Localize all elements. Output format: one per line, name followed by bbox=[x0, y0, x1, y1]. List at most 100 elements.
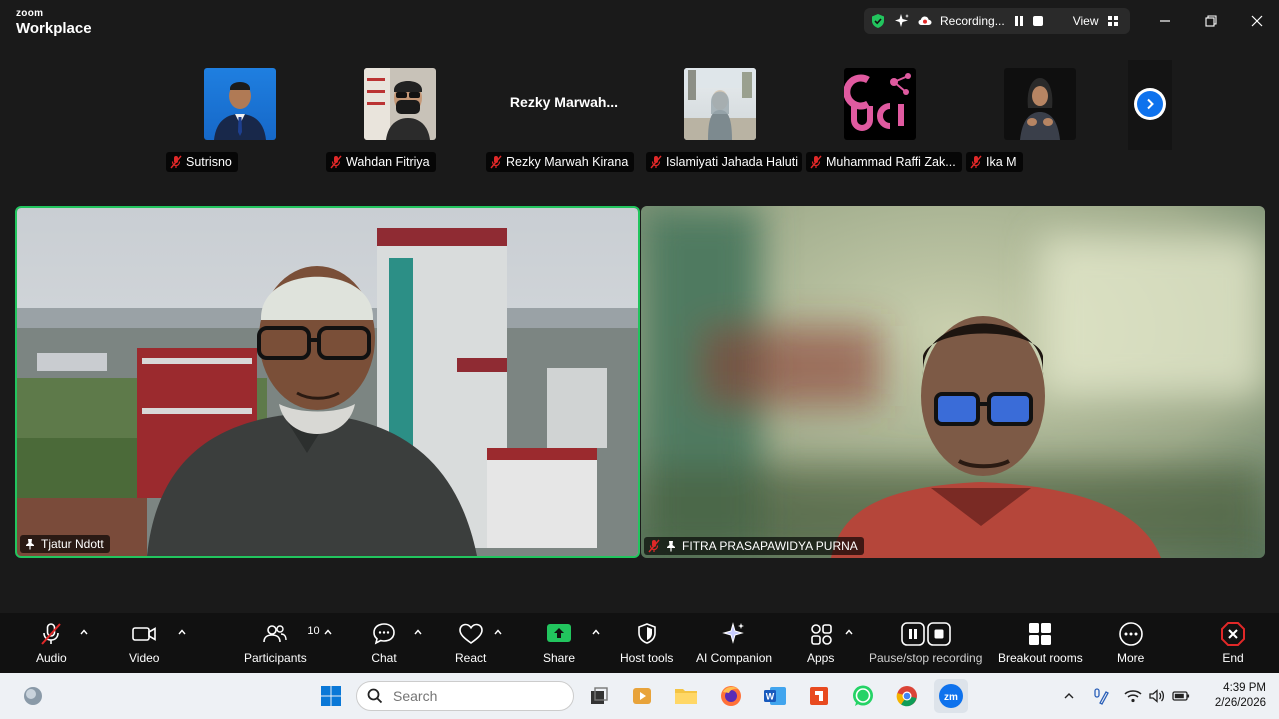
participant-name: FITRA PRASAPAWIDYA PURNA bbox=[682, 539, 858, 553]
video-options-chevron-up-icon[interactable] bbox=[177, 627, 187, 637]
audio-options-chevron-up-icon[interactable] bbox=[79, 627, 89, 637]
participant-tile[interactable]: Islamiyati Jahada Haluti bbox=[644, 68, 804, 172]
participant-video bbox=[844, 68, 916, 140]
more-button[interactable]: More bbox=[1117, 621, 1144, 665]
minimize-icon bbox=[1160, 20, 1170, 22]
share-button[interactable]: Share bbox=[543, 621, 575, 665]
taskbar-app-word[interactable]: W bbox=[760, 681, 790, 711]
muted-mic-icon bbox=[650, 155, 662, 169]
chat-bubble-icon bbox=[373, 623, 395, 645]
participant-video bbox=[684, 68, 756, 140]
ai-companion-sparkle-icon[interactable] bbox=[894, 13, 910, 29]
video-tile-active-speaker[interactable]: Tjatur Ndott bbox=[15, 206, 640, 558]
participants-label: Participants bbox=[244, 651, 307, 665]
show-hidden-icons-button[interactable] bbox=[1060, 687, 1078, 705]
taskbar-app-file-explorer[interactable] bbox=[671, 681, 701, 711]
video-tile-participant[interactable]: FITRA PRASAPAWIDYA PURNA bbox=[641, 206, 1265, 558]
chevron-right-icon bbox=[1147, 98, 1154, 110]
wifi-icon bbox=[1124, 690, 1142, 703]
search-icon bbox=[367, 688, 383, 704]
maximize-button[interactable] bbox=[1199, 10, 1223, 32]
participant-tile[interactable]: Rezky Marwah... Rezky Marwah Kirana bbox=[484, 68, 644, 172]
start-button[interactable] bbox=[316, 681, 346, 711]
pause-recording-icon[interactable] bbox=[1013, 15, 1025, 27]
participant-name: Ika M bbox=[986, 155, 1017, 169]
volume-status[interactable] bbox=[1148, 687, 1166, 705]
participant-gallery-strip: Sutrisno Wahdan Fitriya Rezky Marwah... … bbox=[0, 44, 1279, 184]
participant-name-tag: Sutrisno bbox=[166, 152, 238, 172]
taskbar-app-firefox[interactable] bbox=[716, 681, 746, 711]
participant-name-tag: Islamiyati Jahada Haluti bbox=[646, 152, 802, 172]
folder-icon bbox=[675, 689, 697, 704]
close-button[interactable] bbox=[1245, 10, 1269, 32]
battery-status[interactable] bbox=[1172, 687, 1190, 705]
view-grid-icon[interactable] bbox=[1107, 15, 1119, 27]
participant-video bbox=[204, 68, 276, 140]
breakout-rooms-label: Breakout rooms bbox=[998, 651, 1083, 665]
video-button[interactable]: Video bbox=[129, 621, 159, 665]
end-label: End bbox=[1222, 651, 1244, 665]
react-options-chevron-up-icon[interactable] bbox=[493, 627, 503, 637]
brand-bottom: Workplace bbox=[16, 20, 92, 37]
apps-button[interactable]: Apps bbox=[807, 621, 834, 665]
wifi-status[interactable] bbox=[1124, 687, 1142, 705]
participant-tile[interactable]: Sutrisno bbox=[164, 68, 324, 172]
audio-label: Audio bbox=[36, 651, 67, 665]
taskbar-app-office[interactable] bbox=[804, 681, 834, 711]
chat-options-chevron-up-icon[interactable] bbox=[413, 627, 423, 637]
zoom-app-icon: zm bbox=[939, 684, 963, 708]
react-button[interactable]: React bbox=[455, 621, 486, 665]
media-player-icon bbox=[633, 688, 651, 704]
gallery-next-button[interactable] bbox=[1134, 88, 1166, 120]
taskbar-app-chrome[interactable] bbox=[892, 681, 922, 711]
participant-name: Sutrisno bbox=[186, 155, 232, 169]
host-tools-button[interactable]: Host tools bbox=[620, 621, 673, 665]
participant-tile[interactable]: Ika M bbox=[964, 68, 1124, 172]
weather-widget-icon bbox=[24, 687, 42, 705]
person-silhouette-icon bbox=[214, 82, 266, 140]
muted-mic-icon bbox=[490, 155, 502, 169]
taskbar-search-box[interactable] bbox=[356, 681, 574, 711]
ai-companion-button[interactable]: AI Companion bbox=[696, 621, 772, 665]
chat-button[interactable]: Chat bbox=[371, 621, 397, 665]
minimize-button[interactable] bbox=[1153, 10, 1177, 32]
participant-display-name: Rezky Marwah... bbox=[509, 94, 619, 110]
input-indicator[interactable] bbox=[1092, 687, 1110, 705]
view-button[interactable]: View bbox=[1073, 14, 1099, 28]
widgets-button[interactable] bbox=[18, 681, 48, 711]
muted-mic-icon bbox=[648, 539, 660, 553]
clock-time: 4:39 PM bbox=[1223, 682, 1266, 694]
zoom-workplace-logo: zoom Workplace bbox=[16, 9, 92, 37]
participants-button[interactable]: 10 Participants bbox=[244, 621, 320, 665]
chat-label: Chat bbox=[371, 651, 397, 665]
taskbar-search-input[interactable] bbox=[393, 688, 553, 704]
gallery-next-inner bbox=[1137, 91, 1163, 117]
speaker-volume-icon bbox=[1149, 689, 1165, 703]
participant-tile[interactable]: Wahdan Fitriya bbox=[324, 68, 484, 172]
share-options-chevron-up-icon[interactable] bbox=[591, 627, 601, 637]
participants-icon bbox=[263, 625, 288, 643]
participant-tile[interactable]: Muhammad Raffi Zak... bbox=[804, 68, 964, 172]
taskbar-app-zoom[interactable]: zm bbox=[934, 679, 968, 713]
gallery-next-panel bbox=[1128, 60, 1172, 150]
participant-name: Wahdan Fitriya bbox=[346, 155, 430, 169]
pause-stop-recording-button[interactable]: Pause/stop recording bbox=[869, 621, 982, 665]
taskbar-clock[interactable]: 4:39 PM 2/26/2026 bbox=[1200, 681, 1266, 711]
task-view-button[interactable] bbox=[584, 681, 614, 711]
apps-options-chevron-up-icon[interactable] bbox=[844, 627, 854, 637]
participants-options-chevron-up-icon[interactable] bbox=[323, 627, 333, 637]
audio-button[interactable]: Audio bbox=[36, 621, 67, 665]
encryption-shield-icon[interactable] bbox=[870, 13, 886, 29]
video-camera-icon bbox=[132, 627, 157, 641]
ai-companion-label: AI Companion bbox=[696, 651, 773, 665]
end-meeting-button[interactable]: End bbox=[1220, 621, 1246, 665]
pause-stop-recording-label: Pause/stop recording bbox=[869, 651, 983, 665]
breakout-rooms-button[interactable]: Breakout rooms bbox=[998, 621, 1083, 665]
participants-count-badge: 10 bbox=[307, 625, 320, 637]
taskbar-app-whatsapp[interactable] bbox=[848, 681, 878, 711]
stop-recording-icon[interactable] bbox=[1032, 16, 1043, 26]
windows-logo-icon bbox=[321, 686, 341, 706]
language-pen-icon bbox=[1094, 688, 1109, 705]
taskbar-app-media[interactable] bbox=[627, 681, 657, 711]
person-silhouette-icon bbox=[1020, 78, 1060, 140]
